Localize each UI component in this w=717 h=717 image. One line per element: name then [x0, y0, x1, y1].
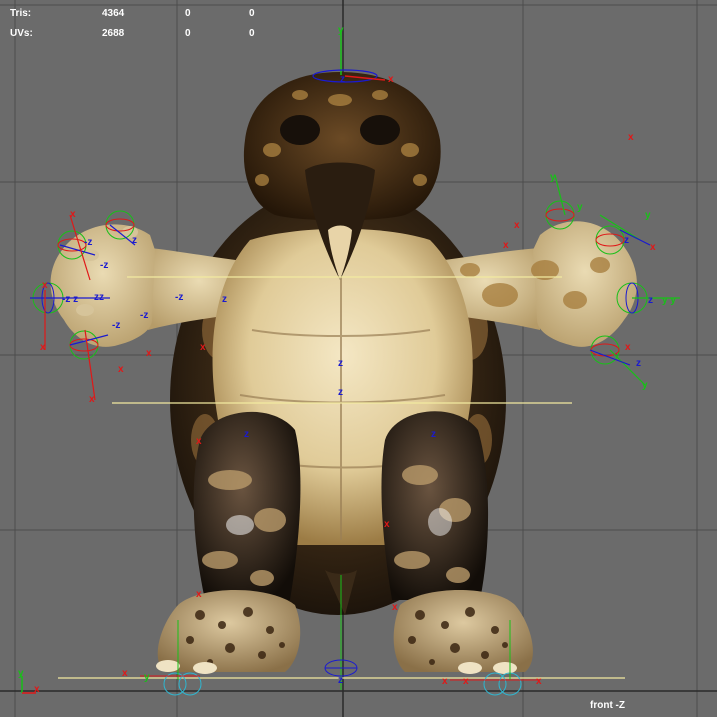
axis-label-x: x [463, 676, 469, 687]
axis-label-z: -z [140, 310, 148, 321]
axis-label-x: x [384, 519, 390, 530]
axis-label-z: z [340, 74, 345, 85]
axis-label-z: z [648, 295, 653, 306]
right-eye [360, 115, 400, 145]
axis-label-z: z [222, 294, 227, 305]
axis-label-x: x [628, 132, 634, 143]
axis-label-x: x [146, 348, 152, 359]
axis-label-y: y [144, 672, 150, 683]
axis-label-x: x [42, 280, 48, 291]
hud-tris-selected-2: 0 [249, 8, 255, 19]
hud-tris-value: 4364 [102, 8, 125, 19]
axis-label-x: x [625, 342, 631, 353]
axis-label-x: x [514, 220, 520, 231]
axis-label-x: x [388, 74, 394, 85]
camera-name-label: front -Z [590, 700, 625, 711]
axis-label-x: x [196, 589, 202, 600]
axis-label-z: z [636, 358, 641, 369]
hud-tris-selected: 0 [185, 8, 191, 19]
hud-tris-label: Tris: [10, 8, 32, 19]
axis-label-z: -z z [62, 294, 78, 305]
axis-label-z: z [431, 429, 436, 440]
axis-label-y: y [642, 380, 648, 391]
axis-label-x: x [118, 364, 124, 375]
axis-label-z: z [132, 235, 137, 246]
svg-text:x: x [34, 684, 40, 695]
axis-label-x: x [442, 676, 448, 687]
axis-label-x: x [196, 436, 202, 447]
axis-label-y-top: y [338, 25, 344, 36]
svg-text:y: y [18, 668, 24, 679]
hud-uvs-selected-2: 0 [249, 28, 255, 39]
axis-label-x: x [89, 394, 95, 405]
axis-label-x: x [70, 209, 76, 220]
axis-label-z: z [244, 429, 249, 440]
axis-label-z: zz [94, 292, 104, 303]
axis-label-y: y [645, 210, 651, 221]
axis-label-x: x [392, 602, 398, 613]
axis-label-x: x [40, 342, 46, 353]
hud-uvs-label: UVs: [10, 28, 33, 39]
axis-label-z: -z [84, 237, 92, 248]
maya-front-viewport[interactable]: y z x -z z -z z z z z x x x x x x -z z -… [0, 0, 717, 717]
turtle-left-leg[interactable] [193, 411, 301, 600]
axis-label-x: x [122, 668, 128, 679]
axis-label-z: -z [112, 320, 120, 331]
axis-label-x: x [200, 342, 206, 353]
axis-label-x: x [503, 240, 509, 251]
viewport-canvas[interactable]: y z x -z z -z z z z z x x x x x x -z z -… [0, 0, 717, 717]
axis-label-x: x [536, 676, 542, 687]
hud-uvs-selected: 0 [185, 28, 191, 39]
axis-label-y: y y [662, 295, 676, 306]
hud-uvs-value: 2688 [102, 28, 125, 39]
axis-label-z: z [338, 387, 343, 398]
axis-label-z: -z [100, 260, 108, 271]
axis-label-z: z [624, 235, 629, 246]
axis-label-z: z [338, 675, 343, 686]
axis-label-y: y [550, 172, 556, 183]
turtle-model[interactable] [50, 72, 637, 674]
left-eye [280, 115, 320, 145]
axis-label-y: y [577, 202, 583, 213]
axis-label-x: x [650, 242, 656, 253]
axis-label-z: z [338, 358, 343, 369]
turtle-right-foot[interactable] [393, 590, 533, 674]
axis-label-z: -z [175, 292, 183, 303]
